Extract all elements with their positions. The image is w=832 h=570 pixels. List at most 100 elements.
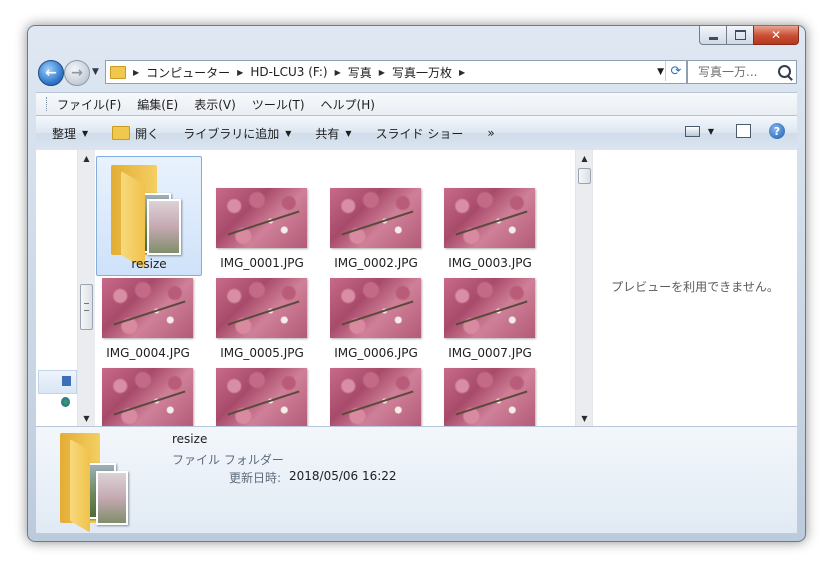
menu-view[interactable]: 表示(V) [194, 96, 236, 113]
view-controls: ▼ ? [684, 123, 785, 139]
image-thumbnail [330, 368, 421, 426]
close-icon: ✕ [770, 28, 782, 42]
folder-icon [107, 163, 191, 269]
minimize-button[interactable] [699, 26, 727, 45]
chevron-right-icon[interactable]: ▶ [459, 68, 465, 77]
scrollbar-thumb[interactable] [80, 284, 93, 330]
computer-icon [62, 376, 71, 386]
chevron-down-icon[interactable]: ▼ [708, 127, 714, 136]
folder-icon [60, 433, 132, 533]
detail-item-type: ファイル フォルダー [172, 453, 284, 467]
more-commands-icon: » [487, 126, 495, 140]
image-thumbnail [444, 368, 535, 426]
network-icon [61, 397, 70, 407]
menu-grip [46, 97, 49, 111]
open-button[interactable]: 開く [112, 125, 159, 142]
file-list-scrollbar[interactable]: ▲ ▼ [575, 150, 593, 426]
details-pane: resize ファイル フォルダー 更新日時: 2018/05/06 16:22 [36, 426, 797, 533]
image-thumbnail [216, 188, 307, 248]
scroll-down-icon[interactable]: ▼ [576, 410, 593, 426]
back-button[interactable]: ← [38, 60, 64, 86]
file-tile[interactable] [96, 336, 200, 426]
chevron-down-icon: ▼ [285, 128, 292, 138]
search-box[interactable] [687, 60, 797, 84]
breadcrumb-current-folder[interactable]: 写真一万枚 [392, 64, 452, 81]
explorer-window: ✕ ← → ▼ ▶ コンピューター ▶ HD-LCU3 (F:) ▶ 写真 ▶ … [27, 25, 806, 542]
file-list: resize IMG_0001.JPG IMG_0002.JPG IMG_000… [96, 150, 574, 426]
navigation-bar: ← → ▼ ▶ コンピューター ▶ HD-LCU3 (F:) ▶ 写真 ▶ 写真… [36, 59, 797, 86]
slideshow-button[interactable]: スライド ショー [376, 125, 464, 142]
detail-item-name: resize [172, 432, 208, 446]
search-icon[interactable] [778, 65, 791, 78]
address-bar[interactable]: ▶ コンピューター ▶ HD-LCU3 (F:) ▶ 写真 ▶ 写真一万枚 ▶ … [105, 60, 687, 84]
add-to-library-button[interactable]: ライブラリに追加 ▼ [183, 125, 291, 142]
image-thumbnail [102, 368, 193, 426]
nav-pane-item-selected[interactable] [38, 370, 77, 394]
open-folder-icon [112, 126, 131, 140]
chevron-down-icon: ▼ [82, 128, 89, 138]
change-view-icon[interactable] [684, 125, 700, 137]
breadcrumb: ▶ コンピューター ▶ HD-LCU3 (F:) ▶ 写真 ▶ 写真一万枚 ▶ [126, 64, 472, 81]
breadcrumb-drive[interactable]: HD-LCU3 (F:) [250, 65, 327, 79]
scroll-down-icon[interactable]: ▼ [78, 410, 95, 426]
refresh-icon: ⟳ [670, 63, 682, 79]
slideshow-label: スライド ショー [375, 126, 464, 141]
chevron-right-icon[interactable]: ▶ [379, 68, 385, 77]
share-label: 共有 [315, 126, 340, 141]
search-input[interactable] [696, 64, 780, 80]
image-thumbnail [216, 278, 307, 338]
scroll-up-icon[interactable]: ▲ [78, 150, 95, 166]
image-thumbnail [330, 278, 421, 338]
address-history-dropdown[interactable]: ▼ [657, 67, 664, 77]
image-thumbnail [330, 188, 421, 248]
share-button[interactable]: 共有 ▼ [315, 125, 351, 142]
forward-button[interactable]: → [64, 60, 90, 86]
maximize-icon [734, 30, 746, 40]
content-area: ▲ ▼ resize IMG_0001.JPG IMG_0002.JPG IMG… [36, 150, 797, 426]
close-button[interactable]: ✕ [753, 26, 799, 45]
forward-arrow-icon: → [71, 65, 83, 81]
image-thumbnail [216, 368, 307, 426]
image-thumbnail [444, 278, 535, 338]
preview-pane-icon[interactable] [736, 124, 751, 138]
back-arrow-icon: ← [45, 65, 57, 81]
chevron-right-icon[interactable]: ▶ [237, 68, 243, 77]
nav-pane-item[interactable] [38, 392, 75, 414]
image-thumbnail [102, 278, 193, 338]
detail-modified-label: 更新日時: [229, 471, 282, 485]
scroll-up-icon[interactable]: ▲ [576, 150, 593, 166]
breadcrumb-photos[interactable]: 写真 [348, 64, 372, 81]
scrollbar-thumb[interactable] [578, 168, 591, 184]
maximize-button[interactable] [726, 26, 754, 45]
preview-pane: プレビューを利用できません。 [593, 150, 797, 426]
file-tile[interactable] [324, 336, 428, 426]
menu-bar: ファイル(F) 編集(E) 表示(V) ツール(T) ヘルプ(H) [36, 92, 797, 115]
chevron-down-icon: ▼ [345, 128, 352, 138]
menu-edit[interactable]: 編集(E) [137, 96, 178, 113]
thumb-grip [84, 303, 89, 311]
command-bar: 整理 ▼ 開く ライブラリに追加 ▼ 共有 ▼ スライド ショー » ▼ ? [36, 115, 797, 151]
recent-pages-dropdown[interactable]: ▼ [92, 67, 99, 77]
menu-help[interactable]: ヘルプ(H) [321, 96, 375, 113]
help-icon[interactable]: ? [769, 123, 785, 139]
preview-message: プレビューを利用できません。 [611, 280, 779, 294]
open-label: 開く [135, 126, 160, 141]
more-commands-button[interactable]: » [487, 126, 494, 140]
navigation-pane-scrollbar[interactable]: ▲ ▼ [77, 150, 95, 426]
menu-tools[interactable]: ツール(T) [252, 96, 305, 113]
refresh-button[interactable]: ⟳ [665, 61, 686, 81]
organize-button[interactable]: 整理 ▼ [52, 125, 88, 142]
image-thumbnail [444, 188, 535, 248]
organize-label: 整理 [52, 126, 77, 141]
folder-icon [110, 65, 126, 79]
caption-buttons: ✕ [699, 26, 799, 45]
menu-file[interactable]: ファイル(F) [57, 96, 121, 113]
file-tile[interactable] [210, 336, 314, 426]
chevron-right-icon[interactable]: ▶ [133, 68, 139, 77]
detail-modified-value: 2018/05/06 16:22 [289, 469, 397, 483]
chevron-right-icon[interactable]: ▶ [335, 68, 341, 77]
breadcrumb-computer[interactable]: コンピューター [146, 64, 230, 81]
file-tile[interactable] [438, 336, 542, 426]
minimize-icon [708, 36, 718, 40]
navigation-pane [36, 150, 77, 426]
